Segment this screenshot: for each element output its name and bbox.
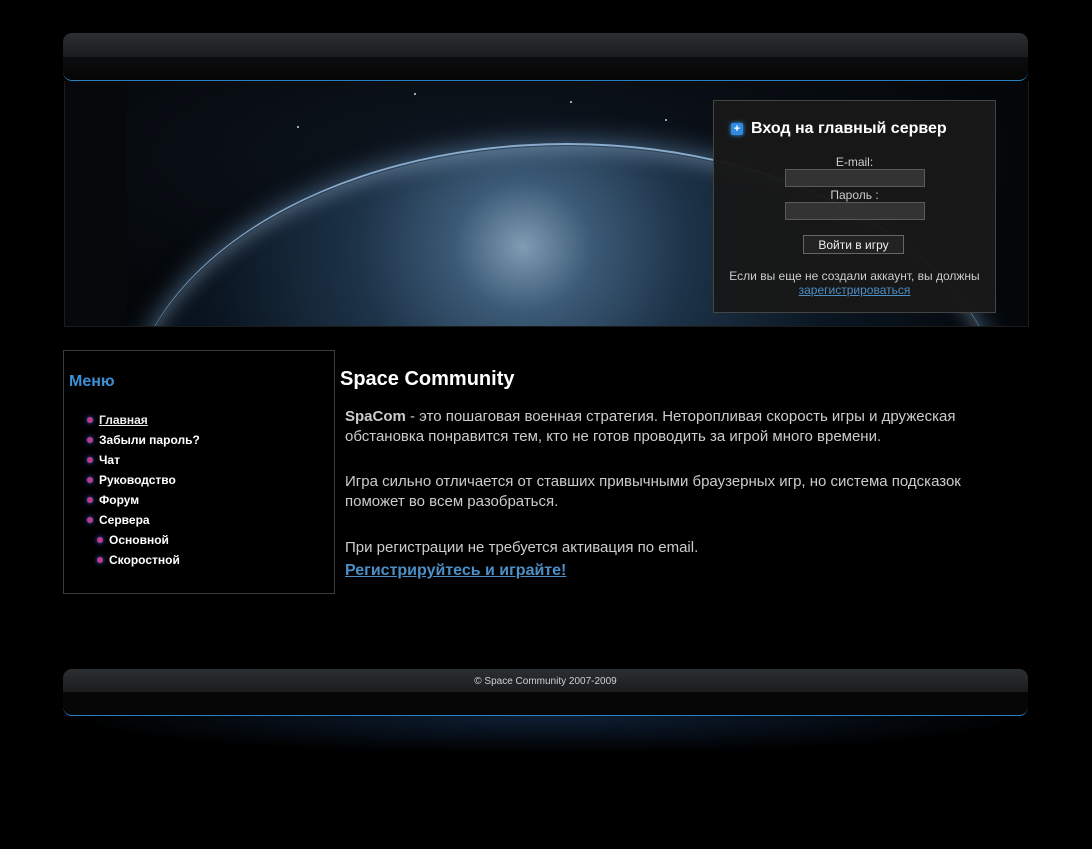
star (665, 119, 667, 121)
page-title: Space Community (340, 368, 515, 390)
email-label: E-mail: (835, 155, 874, 169)
menu-list: Главная Забыли пароль? Чат Руководство Ф… (64, 412, 334, 572)
login-title-text: Вход на главный сервер (751, 120, 947, 137)
intro-text: - это пошаговая военная стратегия. Нетор… (345, 408, 956, 445)
login-submit-button[interactable]: Войти в игру (803, 235, 904, 254)
menu-item-home[interactable]: Главная (64, 412, 334, 432)
password-field[interactable] (785, 202, 925, 220)
register-cta-link[interactable]: Регистрируйтесь и играйте! (345, 562, 566, 579)
star (570, 101, 572, 103)
features-paragraph: Игра сильно отличается от ставших привыч… (345, 473, 961, 510)
password-label: Пароль : (830, 188, 879, 202)
menu-title: Меню (69, 373, 115, 390)
plus-icon: + (731, 123, 743, 135)
login-title: + Вход на главный сервер (731, 120, 947, 138)
bullet-icon (87, 477, 93, 483)
star (297, 126, 299, 128)
bullet-icon (97, 537, 103, 543)
menu-item-forgot-password[interactable]: Забыли пароль? (64, 432, 334, 452)
menu-item-chat[interactable]: Чат (64, 452, 334, 472)
top-bar-shadow (63, 57, 1028, 81)
register-link[interactable]: зарегистрироваться (799, 283, 911, 297)
register-note: Если вы еще не создали аккаунт, вы должн… (714, 269, 995, 297)
footer-glow (63, 716, 1028, 754)
bullet-icon (87, 437, 93, 443)
bullet-icon (87, 417, 93, 423)
menu-item-forum[interactable]: Форум (64, 492, 334, 512)
main-content: Space Community SpaCom - это пошаговая в… (340, 368, 1000, 581)
star (414, 93, 416, 95)
bullet-icon (87, 457, 93, 463)
sidebar-menu: Меню Главная Забыли пароль? Чат Руководс… (63, 350, 335, 594)
footer-bar: © Space Community 2007-2009 (63, 669, 1028, 692)
bullet-icon (97, 557, 103, 563)
menu-item-guide[interactable]: Руководство (64, 472, 334, 492)
top-bar (63, 33, 1028, 57)
email-field[interactable] (785, 169, 925, 187)
menu-item-servers[interactable]: Сервера (64, 512, 334, 532)
menu-item-server-fast[interactable]: Скоростной (64, 552, 334, 572)
activation-paragraph: При регистрации не требуется активация п… (345, 539, 699, 556)
footer-shadow (63, 692, 1028, 716)
bullet-icon (87, 517, 93, 523)
bullet-icon (87, 497, 93, 503)
menu-item-server-main[interactable]: Основной (64, 532, 334, 552)
intro-paragraph: SpaCom - это пошаговая военная стратегия… (340, 407, 1000, 447)
copyright-text: © Space Community 2007-2009 (474, 676, 617, 687)
login-panel: + Вход на главный сервер E-mail: Пароль … (713, 100, 996, 313)
brand-name: SpaCom (345, 408, 406, 425)
register-note-text: Если вы еще не создали аккаунт, вы должн… (729, 269, 980, 283)
